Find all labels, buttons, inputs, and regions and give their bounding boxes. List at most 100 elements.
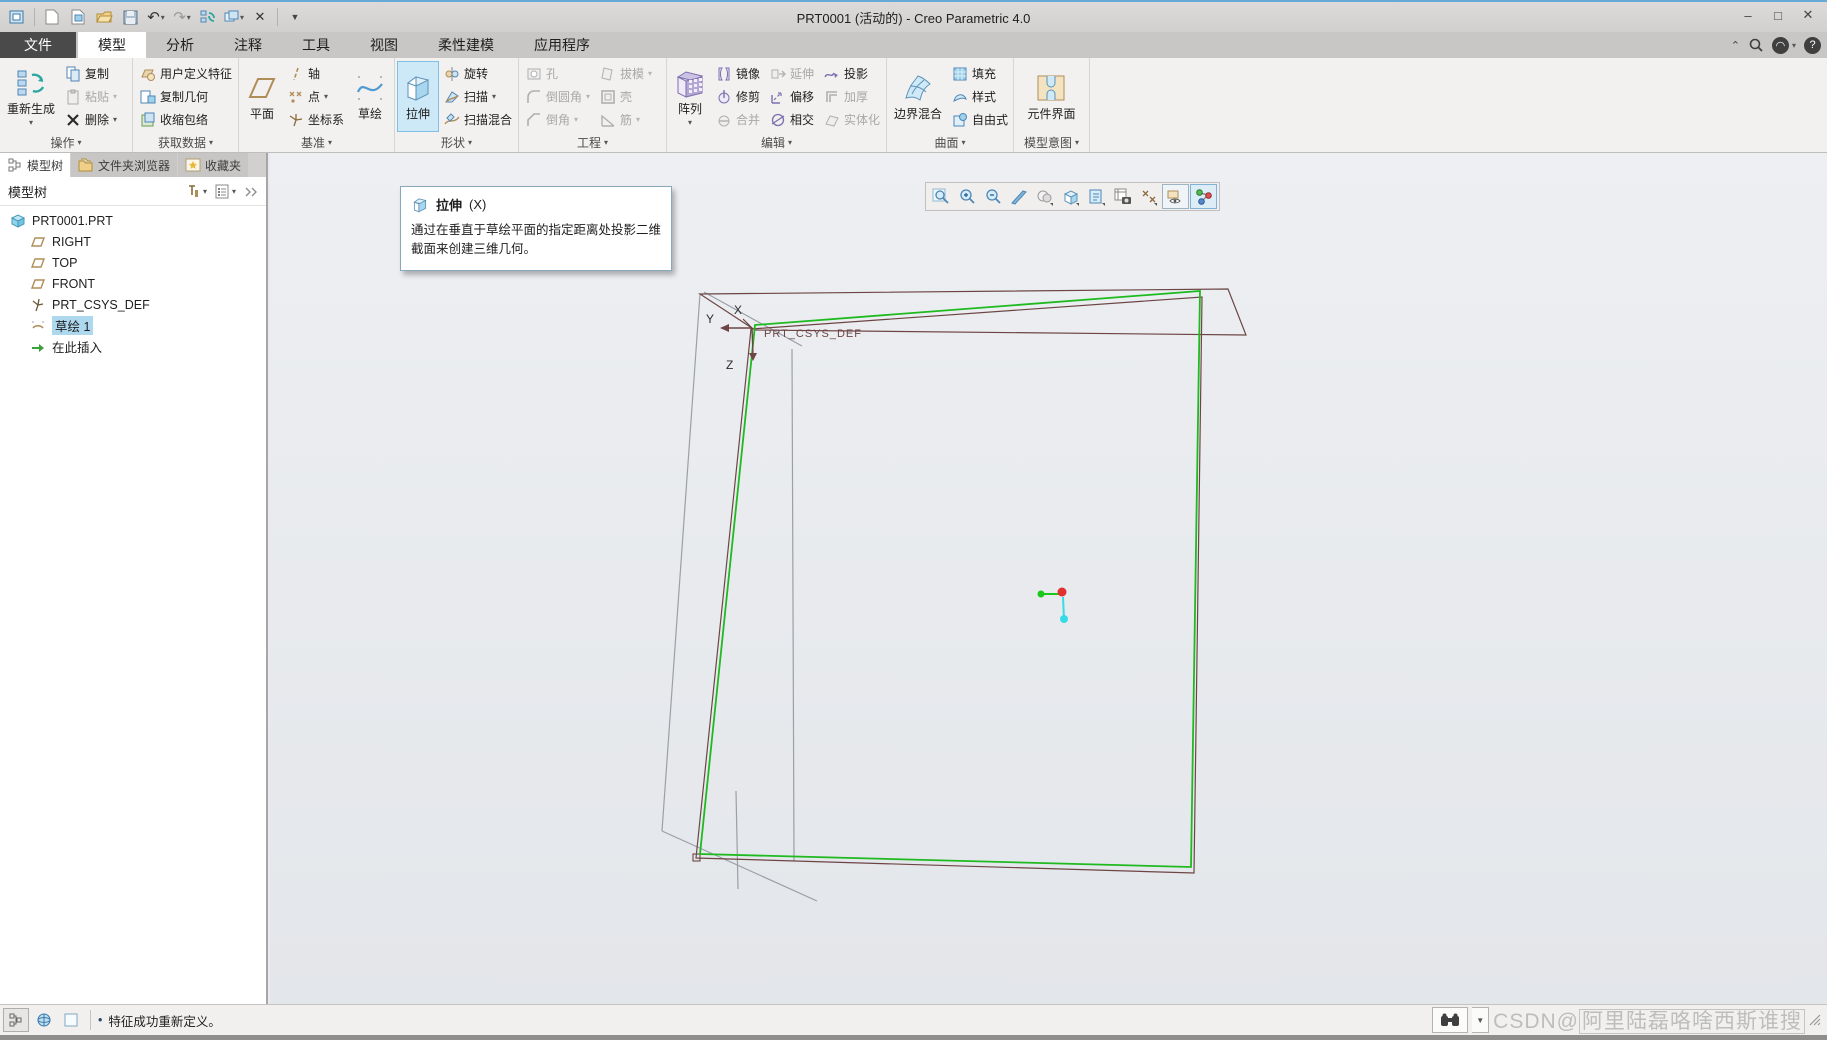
group-dropdown-icon: ▾ <box>468 137 473 147</box>
sketch-button[interactable]: 草绘 <box>349 61 391 132</box>
zoom-in-button[interactable] <box>954 185 979 208</box>
freestyle-button[interactable]: 自由式 <box>949 109 1011 131</box>
component-interface-button[interactable]: 元件界面 <box>1022 61 1080 132</box>
group-label-operations[interactable]: 操作 ▾ <box>0 132 132 152</box>
resize-grip-icon[interactable] <box>1809 1014 1821 1026</box>
full-screen-button[interactable] <box>59 1009 83 1031</box>
udf-button[interactable]: 用户定义特征 <box>137 63 235 85</box>
project-button[interactable]: 投影 <box>821 63 883 85</box>
axis-button[interactable]: 轴 <box>285 63 347 85</box>
search-icon[interactable] <box>1748 37 1764 53</box>
plane-button[interactable]: 平面 <box>241 61 283 132</box>
window-switch-icon[interactable]: ▾ <box>222 5 246 29</box>
boundary-blend-button[interactable]: 边界混合 <box>889 61 947 132</box>
graphics-area[interactable]: Y X Z PRT_CSYS_DEF <box>270 153 1827 1005</box>
shading-style-button[interactable] <box>1032 185 1057 208</box>
regenerate-icon[interactable] <box>196 5 220 29</box>
window-bottom-edge <box>0 1035 1827 1040</box>
mirror-button[interactable]: 镜像 <box>713 63 763 85</box>
tree-settings-button[interactable]: ▾ <box>215 184 236 199</box>
new-file-icon[interactable] <box>40 5 64 29</box>
redo-icon[interactable]: ↷ ▾ <box>170 5 194 29</box>
display-style-button[interactable] <box>1058 185 1083 208</box>
intersect-button[interactable]: 相交 <box>767 109 817 131</box>
spin-center-button[interactable] <box>1190 184 1217 209</box>
datum-display-button[interactable] <box>1136 185 1161 208</box>
group-label-shapes[interactable]: 形状 ▾ <box>395 132 518 152</box>
ribbon-tab-row: 文件 模型 分析 注释 工具 视图 柔性建模 应用程序 ⌃ ◠ ▾ ? <box>0 32 1827 58</box>
find-dropdown-icon[interactable]: ▼ <box>1472 1007 1490 1033</box>
tree-item-part[interactable]: PRT0001.PRT <box>0 210 266 231</box>
axis-x-label: X <box>734 303 742 317</box>
tab-model-tree[interactable]: 模型树 <box>0 153 71 177</box>
window-menu-icon[interactable] <box>5 5 29 29</box>
group-label-engineering[interactable]: 工程 ▾ <box>519 132 666 152</box>
fill-button[interactable]: 填充 <box>949 63 1011 85</box>
group-label-editing[interactable]: 编辑 ▾ <box>667 132 886 152</box>
open-folder-icon[interactable] <box>92 5 116 29</box>
sweep-button[interactable]: 扫描 ▾ <box>441 86 515 108</box>
account-dropdown-icon[interactable]: ▾ <box>1792 41 1796 50</box>
tab-annotate[interactable]: 注释 <box>214 32 282 58</box>
toggle-navigator-button[interactable] <box>3 1008 29 1032</box>
tab-folder-browser[interactable]: 文件夹浏览器 <box>71 153 178 177</box>
tree-item-sketch1[interactable]: 草绘 1 <box>0 315 266 336</box>
copy-geometry-button[interactable]: 复制几何 <box>137 86 235 108</box>
trim-button[interactable]: 修剪 <box>713 86 763 108</box>
panel-options-button[interactable] <box>244 184 258 198</box>
offset-button[interactable]: 偏移 <box>767 86 817 108</box>
saved-orientations-button[interactable] <box>1084 185 1109 208</box>
shrinkwrap-button[interactable]: 收缩包络 <box>137 109 235 131</box>
open-model-icon[interactable] <box>66 5 90 29</box>
web-browser-button[interactable] <box>32 1009 56 1031</box>
tree-item-insert-here[interactable]: 在此插入 <box>0 336 266 357</box>
tab-applications[interactable]: 应用程序 <box>514 32 610 58</box>
tab-favorites[interactable]: 收藏夹 <box>178 153 249 177</box>
delete-button[interactable]: 删除 ▾ <box>62 109 120 131</box>
view-manager-button[interactable] <box>1110 185 1135 208</box>
tab-model[interactable]: 模型 <box>78 32 146 58</box>
dropdown-arrow-icon: ▾ <box>113 115 118 124</box>
undo-icon[interactable]: ↶ ▾ <box>144 5 168 29</box>
tab-flexible-modeling[interactable]: 柔性建模 <box>418 32 514 58</box>
csys-button[interactable]: 坐标系 <box>285 109 347 131</box>
tree-item-top-plane[interactable]: TOP <box>0 252 266 273</box>
find-button[interactable] <box>1432 1007 1469 1033</box>
group-dropdown-icon: ▾ <box>788 137 793 147</box>
tab-file[interactable]: 文件 <box>0 32 76 58</box>
close-window-icon[interactable]: ✕ <box>248 5 272 29</box>
group-label-model-intent[interactable]: 模型意图 ▾ <box>1014 132 1089 152</box>
collapse-ribbon-icon[interactable]: ⌃ <box>1731 39 1740 52</box>
revolve-button[interactable]: 旋转 <box>441 63 515 85</box>
help-icon[interactable]: ? <box>1804 36 1821 54</box>
style-button[interactable]: 样式 <box>949 86 1011 108</box>
tree-filters-button[interactable]: ▾ <box>186 184 207 199</box>
refit-button[interactable] <box>928 185 953 208</box>
extrude-button[interactable]: 拉伸 <box>397 61 439 132</box>
tree-item-csys[interactable]: PRT_CSYS_DEF <box>0 294 266 315</box>
pattern-button[interactable]: 阵列 ▾ <box>669 61 711 132</box>
repaint-button[interactable] <box>1006 185 1031 208</box>
maximize-button[interactable]: □ <box>1763 2 1793 28</box>
close-button[interactable]: ✕ <box>1793 2 1823 28</box>
regenerate-button[interactable]: 重新生成 ▾ <box>2 61 60 132</box>
point-button[interactable]: 点 ▾ <box>285 86 347 108</box>
minimize-button[interactable]: – <box>1733 2 1763 28</box>
part-icon <box>10 213 26 229</box>
customize-toolbar-icon[interactable]: ▼ <box>283 5 307 29</box>
group-label-surfaces[interactable]: 曲面 ▾ <box>887 132 1013 152</box>
save-icon[interactable] <box>118 5 142 29</box>
tree-item-front-plane[interactable]: FRONT <box>0 273 266 294</box>
tab-analysis[interactable]: 分析 <box>146 32 214 58</box>
copy-button[interactable]: 复制 <box>62 63 120 85</box>
group-label-get-data[interactable]: 获取数据 ▾ <box>133 132 238 152</box>
account-icon[interactable]: ◠ <box>1771 36 1789 54</box>
shell-icon <box>600 89 616 105</box>
annotation-display-button[interactable] <box>1162 184 1189 209</box>
group-label-datum[interactable]: 基准 ▾ <box>239 132 394 152</box>
zoom-out-button[interactable] <box>980 185 1005 208</box>
swept-blend-button[interactable]: 扫描混合 <box>441 109 515 131</box>
tab-tools[interactable]: 工具 <box>282 32 350 58</box>
tree-item-right-plane[interactable]: RIGHT <box>0 231 266 252</box>
tab-view[interactable]: 视图 <box>350 32 418 58</box>
